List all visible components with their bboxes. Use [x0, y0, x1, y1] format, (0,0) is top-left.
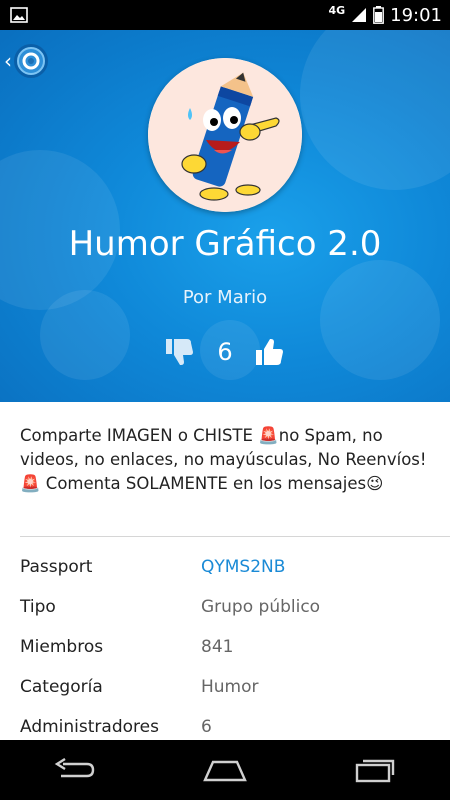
app-logo-icon [14, 44, 48, 78]
nav-recents-button[interactable] [330, 740, 420, 800]
thumbs-up-icon[interactable] [255, 338, 285, 366]
nav-back-button[interactable] [30, 740, 120, 800]
signal-icon [352, 8, 367, 22]
info-label: Administradores [20, 717, 159, 737]
description-text: Comenta SOLAMENTE en los mensajes [40, 474, 367, 493]
nav-back-icon [54, 758, 95, 778]
siren-emoji: 🚨 [258, 426, 279, 445]
nav-home-button[interactable] [180, 740, 270, 800]
group-description: Comparte IMAGEN o CHISTE 🚨no Spam, no vi… [20, 424, 430, 496]
group-author: Por Mario [182, 287, 268, 308]
wink-emoji: 😉 [366, 474, 384, 493]
network-type-label: 4G [328, 3, 346, 17]
status-bar-right: 4G 19:01 [328, 3, 442, 26]
thumbs-down-icon[interactable] [165, 338, 195, 366]
info-row-categoria: Categoría Humor [0, 668, 450, 708]
group-info-list: Passport QYMS2NB Tipo Grupo público Miem… [0, 548, 450, 748]
battery-icon [373, 6, 385, 24]
chevron-left-icon: ‹ [4, 49, 12, 73]
vote-count: 6 [217, 338, 233, 366]
status-bar: 4G 19:01 [0, 0, 450, 30]
info-row-passport: Passport QYMS2NB [0, 548, 450, 588]
section-divider [20, 536, 450, 537]
back-button[interactable]: ‹ [4, 44, 48, 78]
info-value: Humor [201, 677, 259, 697]
status-bar-left [10, 7, 28, 23]
siren-emoji: 🚨 [20, 474, 41, 493]
info-row-tipo: Tipo Grupo público [0, 588, 450, 628]
vote-bar: 6 [0, 338, 450, 366]
info-row-miembros[interactable]: Miembros 841 [0, 628, 450, 668]
clock: 19:01 [390, 4, 442, 26]
description-text: Comparte IMAGEN o CHISTE [20, 426, 259, 445]
info-value: Grupo público [201, 597, 321, 617]
info-label: Tipo [20, 597, 56, 617]
group-title: Humor Gráfico 2.0 [68, 224, 382, 264]
passport-link[interactable]: QYMS2NB [201, 557, 285, 577]
nav-home-icon [203, 760, 247, 782]
group-header: ‹ Humor Gráfico 2.0 Por Mario 6 [0, 30, 450, 402]
info-label: Categoría [20, 677, 103, 697]
info-label: Passport [20, 557, 93, 577]
system-nav-bar [0, 740, 450, 800]
nav-recents-icon [355, 759, 395, 783]
group-avatar [148, 58, 302, 212]
info-value: 841 [201, 637, 234, 657]
image-notification-icon [10, 7, 28, 23]
info-label: Miembros [20, 637, 104, 657]
info-value: 6 [201, 717, 212, 737]
